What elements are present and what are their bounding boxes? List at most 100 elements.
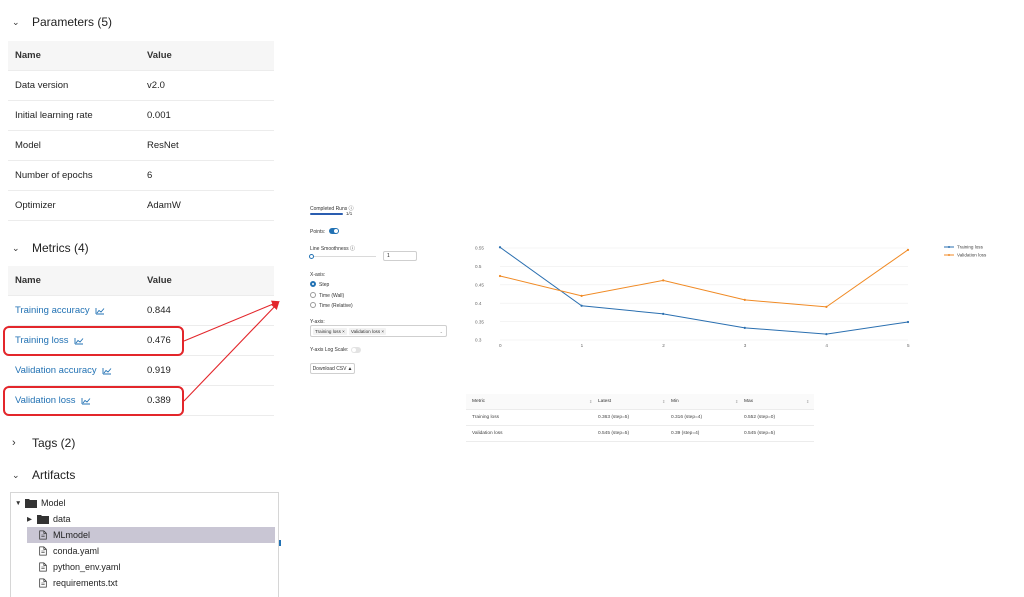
column-header-max[interactable]: Max <box>744 399 753 404</box>
series-line <box>499 249 909 308</box>
sort-icon[interactable]: ⇕ <box>806 399 809 404</box>
x-tick-label: 1 <box>581 343 584 348</box>
y-tick-label: 0.4 <box>475 301 482 306</box>
file-icon <box>39 562 47 572</box>
artifacts-tree: ▼ Model ▶ data MLmodel conda.yaml python… <box>10 492 279 597</box>
min-cell: 0.316 (step=4) <box>671 415 703 420</box>
y-axis-select[interactable]: Training loss × Validation loss × ⌄ <box>310 325 447 337</box>
smoothness-slider-handle[interactable] <box>309 254 314 259</box>
column-header-metric[interactable]: Metric <box>472 399 485 404</box>
tree-scrollbar[interactable] <box>279 540 281 546</box>
caret-down-icon: ▼ <box>15 499 22 507</box>
latest-cell: 0.545 (step=5) <box>598 431 630 436</box>
y-axis-chip: Training loss × <box>313 327 347 335</box>
points-toggle[interactable] <box>329 228 339 234</box>
artifacts-section-title: Artifacts <box>32 468 76 482</box>
y-tick-label: 0.55 <box>475 246 484 251</box>
metric-summary-table: Metric ⇕ Latest ⇕ Min ⇕ Max ⇕ Training l… <box>466 394 814 442</box>
info-icon: ⓘ <box>350 246 356 252</box>
tree-item-label: data <box>53 514 71 524</box>
close-icon[interactable]: × <box>381 329 384 334</box>
latest-cell: 0.363 (step=5) <box>598 415 630 420</box>
data-point <box>825 305 828 308</box>
table-row: Validation loss 0.545 (step=5) 0.39 (ste… <box>466 426 814 442</box>
tree-item-label: requirements.txt <box>53 578 118 588</box>
x-axis-wall-radio[interactable] <box>310 292 316 298</box>
chevron-down-icon: ⌄ <box>439 328 443 334</box>
loss-line-chart: 0.55 0.5 0.45 0.4 0.35 0.3 0 1 2 3 4 5 Training lo… <box>475 245 987 348</box>
metric-table-header: Metric ⇕ Latest ⇕ Min ⇕ Max ⇕ <box>466 394 814 410</box>
line-smoothness-label: Line Smoothness ⓘ <box>310 246 356 252</box>
tree-item-mlmodel[interactable]: MLmodel <box>27 527 275 543</box>
legend-marker <box>948 246 950 248</box>
annotation-arrow-validation-loss <box>183 301 280 402</box>
x-axis-relative-label: Time (Relative) <box>319 303 353 309</box>
download-csv-button[interactable]: Download CSV ▲ <box>310 363 355 374</box>
tree-item-label: python_env.yaml <box>53 562 121 572</box>
data-point <box>743 298 746 301</box>
metric-cell: Validation loss <box>472 431 503 436</box>
caret-right-icon: ▶ <box>27 516 32 523</box>
legend-label: Validation loss <box>957 253 987 258</box>
folder-icon <box>25 499 37 508</box>
sort-icon[interactable]: ⇕ <box>735 399 738 404</box>
tree-item-conda[interactable]: conda.yaml <box>27 543 291 559</box>
data-point <box>498 274 502 278</box>
file-icon <box>39 578 47 588</box>
y-tick-label: 0.5 <box>475 264 482 269</box>
x-tick-label: 0 <box>499 343 502 348</box>
y-axis-chip: Validation loss × <box>348 327 387 335</box>
metric-cell: Training loss <box>472 415 500 420</box>
data-point <box>580 294 583 297</box>
data-point <box>825 333 828 336</box>
tree-item-python-env[interactable]: python_env.yaml <box>27 559 291 575</box>
min-cell: 0.39 (step=4) <box>671 431 700 436</box>
chart-y-ticks: 0.55 0.5 0.45 0.4 0.35 0.3 <box>475 246 484 343</box>
y-tick-label: 0.3 <box>475 338 482 343</box>
sort-icon[interactable]: ⇕ <box>662 399 665 404</box>
data-point <box>743 326 746 329</box>
tree-item-model[interactable]: ▼ Model <box>15 495 279 511</box>
folder-icon <box>37 515 49 524</box>
max-cell: 0.552 (step=0) <box>744 415 776 420</box>
completed-runs-progress <box>310 213 343 215</box>
x-tick-label: 3 <box>744 343 747 348</box>
file-icon <box>39 530 47 540</box>
tree-item-requirements[interactable]: requirements.txt <box>27 575 291 591</box>
completed-runs-count: 1/1 <box>346 211 353 216</box>
y-axis-log-toggle[interactable] <box>351 347 361 353</box>
y-tick-label: 0.45 <box>475 283 484 288</box>
x-axis-label: X-axis: <box>310 272 326 278</box>
tags-section-title: Tags (2) <box>32 436 76 450</box>
chevron-right-icon: › <box>12 437 16 449</box>
y-axis-log-label: Y-axis Log Scale: <box>310 347 349 353</box>
column-header-latest[interactable]: Latest <box>598 399 611 404</box>
x-axis-step-radio[interactable] <box>310 281 316 287</box>
column-header-min[interactable]: Min <box>671 399 679 404</box>
x-axis-relative-radio[interactable] <box>310 302 316 308</box>
data-point <box>662 312 665 315</box>
data-point <box>662 279 665 282</box>
chart-gridlines <box>500 247 908 341</box>
table-row: Training loss 0.363 (step=5) 0.316 (step… <box>466 410 814 426</box>
download-icon: ▲ <box>347 365 353 372</box>
points-label: Points: <box>310 229 326 235</box>
file-icon <box>39 546 47 556</box>
tree-item-data[interactable]: ▶ data <box>27 511 291 527</box>
x-tick-label: 2 <box>662 343 665 348</box>
max-cell: 0.545 (step=5) <box>744 431 776 436</box>
chart-legend: Training loss Validation loss <box>944 245 987 258</box>
annotation-arrow-training-loss <box>183 300 280 342</box>
data-point <box>580 304 583 307</box>
artifacts-section-header[interactable]: ⌄ Artifacts <box>12 468 75 482</box>
smoothness-input[interactable]: 1 <box>383 251 417 261</box>
tree-item-label: MLmodel <box>53 530 91 540</box>
tree-item-label: Model <box>41 498 66 508</box>
sort-icon[interactable]: ⇕ <box>589 399 592 404</box>
close-icon[interactable]: × <box>342 329 345 334</box>
x-axis-wall-label: Time (Wall) <box>319 293 345 299</box>
x-tick-label: 5 <box>907 343 910 348</box>
smoothness-slider-track[interactable] <box>311 256 376 257</box>
x-tick-label: 4 <box>825 343 828 348</box>
tags-section-header[interactable]: › Tags (2) <box>12 436 75 450</box>
